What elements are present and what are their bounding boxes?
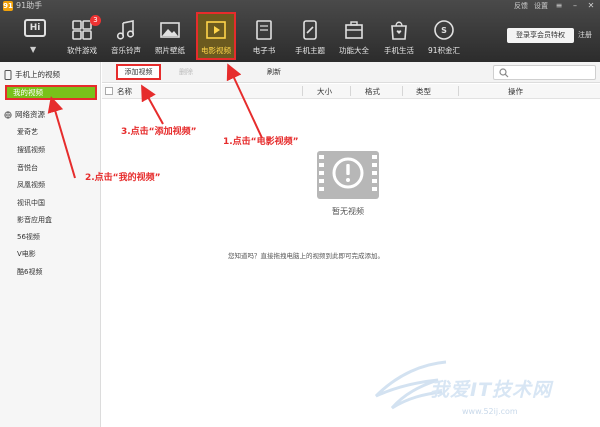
column-type[interactable]: 类型	[416, 86, 431, 97]
picture-icon	[160, 22, 180, 38]
nav-themes[interactable]: 手机主题	[290, 12, 330, 60]
vip-login-button[interactable]: 登录享会员特权	[507, 28, 574, 43]
sidebar-network-section[interactable]: 网络资源	[4, 109, 45, 120]
sidebar-item-app-box[interactable]: 影音应用盒	[17, 215, 52, 225]
register-link[interactable]: 注册	[578, 28, 592, 43]
column-divider	[350, 86, 351, 96]
nav-label: 电影视频	[201, 46, 231, 55]
watermark-text: 我爱IT技术网	[430, 379, 553, 401]
sidebar: 手机上的视频 我的视频 网络资源 爱奇艺 搜狐视频 音悦台 凤凰视频 视讯中国 …	[0, 62, 101, 427]
annotation-step2: 2.点击“我的视频”	[85, 173, 161, 183]
sidebar-item-sohu[interactable]: 搜狐视频	[17, 145, 45, 155]
add-video-button[interactable]: 添加视频	[116, 64, 161, 80]
watermark-url: www.52ij.com	[462, 407, 518, 416]
nav-ebooks[interactable]: 电子书	[244, 12, 284, 60]
music-icon	[116, 20, 135, 40]
column-name[interactable]: 名称	[117, 86, 132, 97]
sidebar-section-label: 网络资源	[15, 110, 45, 119]
empty-state-title: 暂无视频	[332, 207, 364, 216]
book-icon	[256, 20, 272, 40]
app-title: 91助手	[16, 1, 43, 10]
window-controls: 反馈 设置 ≡ – ✕	[514, 0, 596, 12]
feedback-link[interactable]: 反馈	[514, 0, 528, 12]
empty-state-tip: 您知道吗？直接拖拽电脑上的视频到此即可完成添加。	[228, 252, 384, 260]
menu-icon[interactable]: ≡	[554, 1, 564, 11]
sidebar-item-my-videos[interactable]: 我的视频	[5, 85, 97, 100]
sidebar-section-label: 手机上的视频	[15, 70, 60, 79]
theme-icon	[303, 20, 317, 40]
minimize-icon[interactable]: –	[570, 1, 580, 11]
close-icon[interactable]: ✕	[586, 1, 596, 11]
device-hi-icon: Hi	[24, 19, 46, 37]
title-bar: 91 91助手 反馈 设置 ≡ – ✕	[0, 0, 600, 12]
sidebar-item-shixun[interactable]: 视讯中国	[17, 198, 45, 208]
sidebar-item-yinyuetai[interactable]: 音悦台	[17, 163, 38, 173]
bag-icon	[391, 21, 407, 40]
column-divider	[458, 86, 459, 96]
top-toolbar: 91 91助手 反馈 设置 ≡ – ✕ Hi ▼ 3 软件游戏 音乐铃声 照片壁…	[0, 0, 600, 62]
sidebar-item-ku6[interactable]: 酷6视频	[17, 267, 42, 277]
nav-movies-videos[interactable]: 电影视频	[196, 12, 236, 60]
sidebar-item-vmovier[interactable]: V电影	[17, 249, 36, 259]
nav-music-ringtones[interactable]: 音乐铃声	[106, 12, 146, 60]
column-divider	[302, 86, 303, 96]
update-count-badge: 3	[90, 15, 101, 26]
sidebar-item-56[interactable]: 56视频	[17, 232, 40, 242]
nav-label: 91积金汇	[427, 46, 461, 55]
column-size[interactable]: 大小	[317, 86, 332, 97]
nav-phone-life[interactable]: 手机生活	[379, 12, 419, 60]
video-icon	[206, 21, 226, 39]
coin-icon: S	[434, 20, 454, 40]
column-actions: 操作	[508, 87, 523, 96]
table-header: 名称 大小 格式 类型 操作	[102, 84, 600, 99]
select-all-checkbox[interactable]	[105, 87, 113, 95]
nav-features[interactable]: 功能大全	[334, 12, 374, 60]
nav-label: 照片壁纸	[155, 46, 185, 55]
toolbox-icon	[345, 21, 363, 39]
search-input[interactable]	[493, 65, 596, 80]
nav-91-points[interactable]: S 91积金汇	[424, 12, 464, 60]
empty-video-icon	[317, 151, 379, 199]
device-avatar[interactable]: Hi ▼	[20, 17, 50, 57]
phone-icon	[4, 69, 12, 80]
settings-link[interactable]: 设置	[534, 0, 548, 12]
chevron-down-icon[interactable]: ▼	[30, 45, 36, 54]
app-logo-icon: 91	[3, 1, 13, 11]
globe-icon	[4, 110, 12, 119]
delete-button[interactable]: 删除	[179, 67, 193, 77]
annotation-step3: 3.点击“添加视频”	[121, 127, 197, 137]
column-format[interactable]: 格式	[365, 86, 380, 97]
content-toolbar: 添加视频 删除 刷新	[102, 62, 600, 83]
sidebar-item-ifeng[interactable]: 凤凰视频	[17, 180, 45, 190]
column-divider	[402, 86, 403, 96]
annotation-step1: 1.点击“电影视频”	[223, 137, 299, 147]
sidebar-item-iqiyi[interactable]: 爱奇艺	[17, 127, 38, 137]
svg-text:S: S	[441, 26, 447, 35]
search-icon	[499, 68, 509, 78]
sidebar-phone-section[interactable]: 手机上的视频	[4, 69, 60, 80]
nav-label: 电子书	[252, 46, 276, 55]
nav-photos-wallpapers[interactable]: 照片壁纸	[150, 12, 190, 60]
nav-apps-games[interactable]: 3 软件游戏	[62, 12, 102, 60]
refresh-button[interactable]: 刷新	[267, 67, 281, 77]
